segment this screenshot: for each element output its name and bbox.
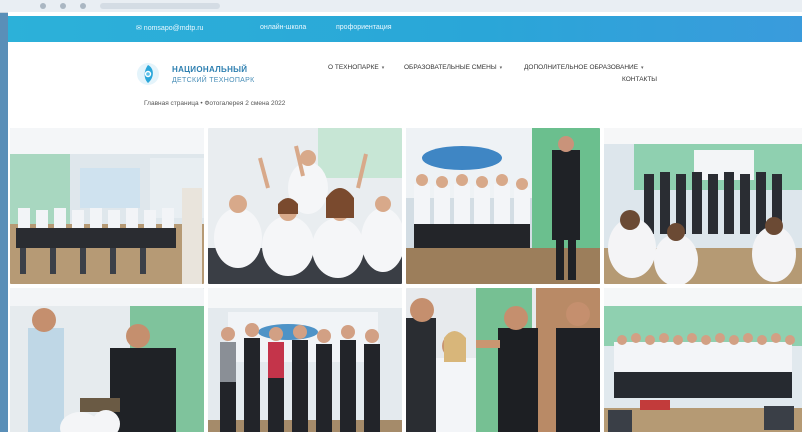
gallery-photo-2[interactable]: [208, 128, 402, 284]
email-link[interactable]: ✉ nomsapo@mdtp.ru: [136, 24, 203, 32]
address-bar[interactable]: [100, 3, 220, 9]
nav-item-about[interactable]: О ТЕХНОПАРКЕ ▾: [328, 64, 384, 71]
photo-gallery: [8, 128, 802, 432]
gallery-photo-8[interactable]: [604, 288, 802, 432]
gallery-photo-1[interactable]: [10, 128, 204, 284]
photo-seated-students-image: [406, 128, 600, 284]
gallery-photo-5[interactable]: [10, 288, 204, 432]
browser-nav-buttons[interactable]: [40, 3, 86, 9]
nav-item-label: КОНТАКТЫ: [622, 76, 658, 83]
nav-item-contacts[interactable]: КОНТАКТЫ: [622, 76, 657, 83]
site-header: НАЦИОНАЛЬНЫЙ ДЕТСКИЙ ТЕХНОПАРК О ТЕХНОПА…: [8, 42, 802, 102]
nav-item-label: О ТЕХНОПАРКЕ: [328, 64, 379, 71]
main-navigation: О ТЕХНОПАРКЕ ▾ ОБРАЗОВАТЕЛЬНЫЕ СМЕНЫ ▾ ДОП…: [328, 64, 788, 94]
gallery-photo-4[interactable]: [604, 128, 802, 284]
photo-award-image: [10, 288, 204, 432]
career-guidance-link[interactable]: профориентация: [336, 24, 392, 31]
photo-group-hall-image: [604, 288, 802, 432]
technopark-logo-icon[interactable]: [136, 62, 160, 86]
nav-item-educational-shifts[interactable]: ОБРАЗОВАТЕЛЬНЫЕ СМЕНЫ ▾: [404, 64, 502, 71]
chevron-down-icon: ▾: [641, 65, 644, 71]
nav-item-label: ОБРАЗОВАТЕЛЬНЫЕ СМЕНЫ: [404, 64, 497, 71]
photo-high-five-image: [406, 288, 600, 432]
breadcrumb[interactable]: Главная страница • Фотогалерея 2 смена 2…: [144, 100, 285, 107]
nav-item-additional-education[interactable]: ДОПОЛНИТЕЛЬНОЕ ОБРАЗОВАНИЕ ▾: [524, 64, 644, 71]
webpage: ✉ nomsapo@mdtp.ru онлайн-школа профориен…: [8, 12, 802, 432]
chevron-down-icon: ▾: [381, 65, 385, 71]
photo-classroom-image: [10, 128, 204, 284]
logo-line-2: ДЕТСКИЙ ТЕХНОПАРК: [172, 77, 255, 84]
photo-raising-hands-image: [208, 128, 402, 284]
logo-wordmark[interactable]: НАЦИОНАЛЬНЫЙ ДЕТСКИЙ ТЕХНОПАРК: [172, 64, 255, 86]
top-info-bar: ✉ nomsapo@mdtp.ru онлайн-школа профориен…: [8, 16, 802, 42]
logo-line-1: НАЦИОНАЛЬНЫЙ: [172, 65, 248, 74]
gallery-photo-6[interactable]: [208, 288, 402, 432]
gallery-photo-3[interactable]: [406, 128, 600, 284]
chevron-down-icon: ▾: [499, 65, 503, 71]
photo-hall-audience-image: [604, 128, 802, 284]
photo-group-standing-image: [208, 288, 402, 432]
online-school-link[interactable]: онлайн-школа: [260, 24, 306, 31]
gallery-photo-7[interactable]: [406, 288, 600, 432]
nav-item-label: ДОПОЛНИТЕЛЬНОЕ ОБРАЗОВАНИЕ: [524, 64, 639, 71]
